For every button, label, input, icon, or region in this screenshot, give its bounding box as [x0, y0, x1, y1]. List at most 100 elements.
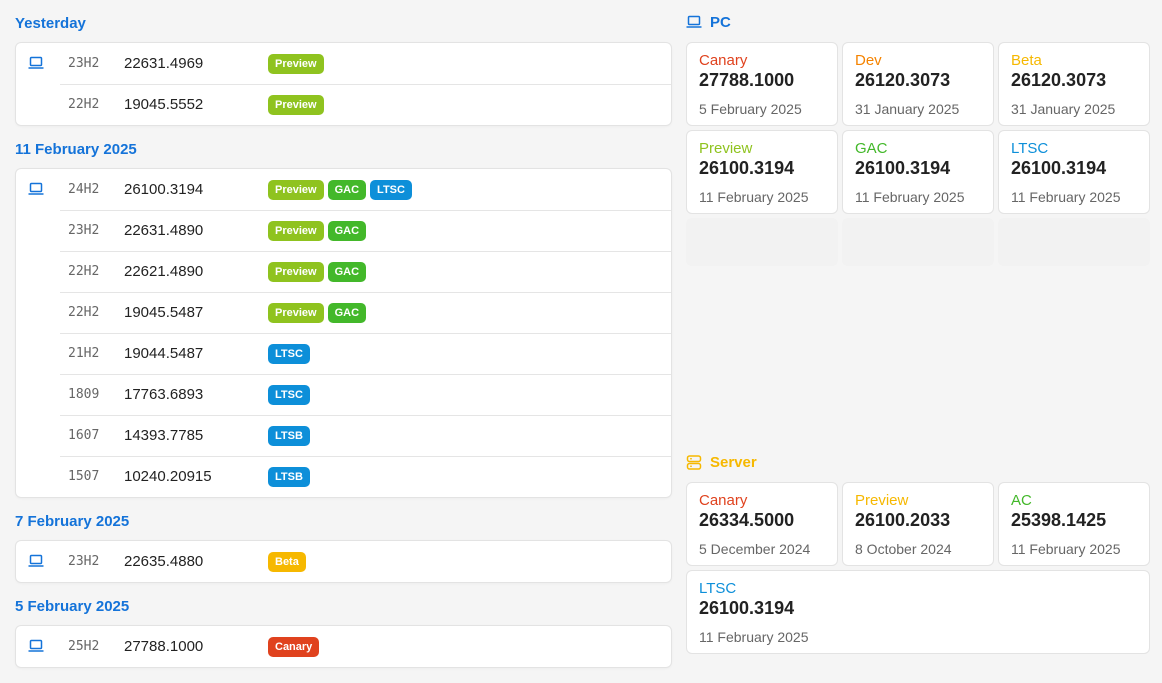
channel-build: 27788.1000	[699, 70, 795, 90]
channel-badges: Preview GAC	[268, 302, 367, 323]
build-number: 22635.4880	[124, 553, 204, 570]
build-number: 22631.4969	[124, 55, 204, 72]
release-row[interactable]: 1809 17763.6893 LTSC	[16, 374, 671, 415]
build-number: 19045.5552	[124, 96, 204, 113]
build-number: 14393.7785	[124, 427, 204, 444]
laptop-icon	[686, 15, 702, 28]
laptop-icon	[28, 639, 44, 653]
channel-badge: Preview	[268, 179, 324, 200]
version-label: 22H2	[68, 305, 100, 320]
placeholder-tile	[686, 218, 838, 266]
channel-name: Preview	[699, 140, 753, 157]
release-row[interactable]: 22H2 19045.5487 Preview GAC	[16, 292, 671, 333]
laptop-icon	[28, 182, 44, 196]
channel-tile[interactable]: Canary 27788.1000 5 February 2025	[686, 42, 838, 126]
channel-tile[interactable]: AC 25398.1425 11 February 2025	[998, 482, 1150, 566]
channel-tile[interactable]: Dev 26120.3073 31 January 2025	[842, 42, 994, 126]
release-card: 25H2 27788.1000 Canary	[15, 625, 672, 668]
server-section-heading: Server	[686, 451, 757, 473]
channel-build: 26100.2033	[855, 510, 951, 530]
date-group-title: 7 February 2025	[15, 512, 130, 530]
channel-tile[interactable]: Canary 26334.5000 5 December 2024	[686, 482, 838, 566]
server-icon	[686, 454, 702, 470]
channel-name: Dev	[855, 52, 882, 69]
build-number: 19045.5487	[124, 304, 204, 321]
build-number: 10240.20915	[124, 468, 212, 485]
release-row[interactable]: 1507 10240.20915 LTSB	[16, 456, 671, 497]
channel-badge: LTSC	[268, 384, 310, 405]
release-row[interactable]: 1607 14393.7785 LTSB	[16, 415, 671, 456]
channel-tile[interactable]: Preview 26100.3194 11 February 2025	[686, 130, 838, 214]
channel-date: 11 February 2025	[699, 629, 809, 645]
channel-tile[interactable]: GAC 26100.3194 11 February 2025	[842, 130, 994, 214]
channel-name: Preview	[855, 492, 909, 509]
release-timeline: Yesterday 23H2 22631.4969 Preview 22H2 19045.…	[15, 0, 672, 676]
build-number: 22621.4890	[124, 263, 204, 280]
date-group-title: 5 February 2025	[15, 597, 130, 615]
release-card: 23H2 22631.4969 Preview 22H2 19045.5552 Previ…	[15, 42, 672, 126]
channel-name: Beta	[1011, 52, 1042, 69]
channel-tile[interactable]: LTSC 26100.3194 11 February 2025	[998, 130, 1150, 214]
channel-name: LTSC	[699, 580, 737, 597]
channel-name: GAC	[855, 140, 888, 157]
channel-badges: Preview GAC	[268, 220, 367, 241]
pc-placeholder-tiles	[686, 218, 1150, 266]
channel-build: 26100.3194	[855, 158, 951, 178]
channel-build: 26120.3073	[1011, 70, 1107, 90]
release-row[interactable]: 22H2 22621.4890 Preview GAC	[16, 251, 671, 292]
laptop-icon	[28, 56, 44, 70]
build-number: 27788.1000	[124, 638, 204, 655]
version-label: 23H2	[68, 223, 100, 238]
placeholder-tile	[998, 218, 1150, 266]
channel-name: Canary	[699, 52, 748, 69]
version-label: 1507	[68, 469, 100, 484]
channel-badges: LTSC	[268, 384, 310, 405]
channel-date: 5 February 2025	[699, 101, 802, 117]
channel-badges: LTSC	[268, 343, 310, 364]
version-label: 24H2	[68, 182, 100, 197]
channel-date: 11 February 2025	[855, 189, 965, 205]
release-row[interactable]: 23H2 22631.4890 Preview GAC	[16, 210, 671, 251]
channel-badge: Canary	[268, 636, 320, 657]
channel-badges: Beta	[268, 551, 306, 572]
channel-build: 25398.1425	[1011, 510, 1107, 530]
channel-badge: LTSC	[370, 179, 412, 200]
version-label: 21H2	[68, 346, 100, 361]
version-label: 23H2	[68, 56, 100, 71]
release-row[interactable]: 22H2 19045.5552 Preview	[16, 84, 671, 125]
channel-date: 31 January 2025	[1011, 101, 1116, 117]
release-row[interactable]: 24H2 26100.3194 Preview GAC LTSC	[16, 169, 671, 210]
build-number: 26100.3194	[124, 181, 204, 198]
release-row[interactable]: 23H2 22631.4969 Preview	[16, 43, 671, 84]
channel-build: 26100.3194	[699, 158, 795, 178]
channel-build: 26100.3194	[699, 598, 795, 618]
channel-badge: Preview	[268, 220, 324, 241]
channel-date: 8 October 2024	[855, 541, 952, 557]
release-card: 24H2 26100.3194 Preview GAC LTSC 23H2 22631.48…	[15, 168, 672, 498]
release-row[interactable]: 25H2 27788.1000 Canary	[16, 626, 671, 667]
channel-badge: Preview	[268, 53, 324, 74]
channel-badge: LTSB	[268, 425, 310, 446]
channel-tile[interactable]: Preview 26100.2033 8 October 2024	[842, 482, 994, 566]
channel-tile[interactable]: LTSC 26100.3194 11 February 2025	[686, 570, 1150, 654]
channel-badge: Preview	[268, 261, 324, 282]
channel-name: Canary	[699, 492, 748, 509]
version-label: 22H2	[68, 97, 100, 112]
date-group-title: 11 February 2025	[15, 140, 137, 158]
release-row[interactable]: 23H2 22635.4880 Beta	[16, 541, 671, 582]
channel-badge: Beta	[268, 551, 306, 572]
channel-badges: LTSB	[268, 466, 310, 487]
channel-tile[interactable]: Beta 26120.3073 31 January 2025	[998, 42, 1150, 126]
release-card: 23H2 22635.4880 Beta	[15, 540, 672, 583]
channel-badge: LTSB	[268, 466, 310, 487]
channel-build: 26120.3073	[855, 70, 951, 90]
placeholder-tile	[842, 218, 994, 266]
laptop-icon	[28, 554, 44, 568]
release-row[interactable]: 21H2 19044.5487 LTSC	[16, 333, 671, 374]
channel-name: AC	[1011, 492, 1032, 509]
channel-badge: GAC	[327, 302, 367, 323]
server-channel-tiles: Canary 26334.5000 5 December 2024 Preview 26…	[686, 482, 1150, 654]
version-label: 1607	[68, 428, 100, 443]
channel-badge: Preview	[268, 94, 324, 115]
version-label: 23H2	[68, 554, 100, 569]
